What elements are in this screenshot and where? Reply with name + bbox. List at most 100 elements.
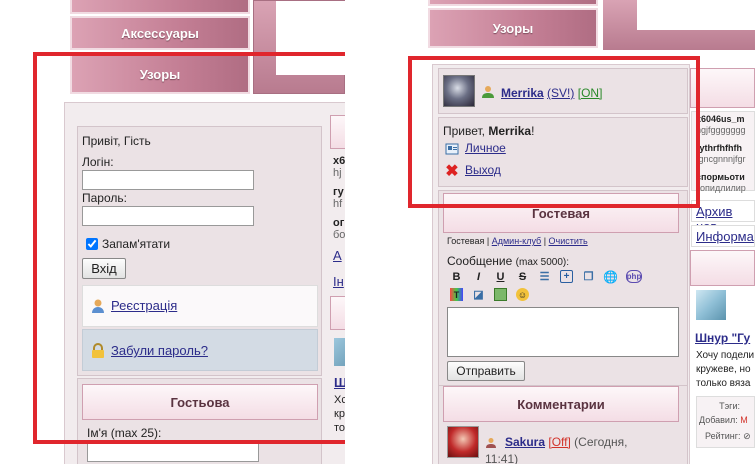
underline-button[interactable]: U	[494, 270, 507, 283]
side-link[interactable]: Ін	[333, 274, 344, 289]
smiley-icon[interactable]: ☺	[516, 288, 529, 301]
copy-icon[interactable]: ❐	[582, 270, 595, 283]
login-box: Привіт, Гість Логін: Пароль: Запам'ятати…	[77, 126, 322, 376]
fill-color-icon[interactable]: ◪	[472, 288, 485, 301]
avatar[interactable]	[443, 75, 475, 107]
right-screenshot-pane: Узоры Merrika (SV!) [ON] Привет, Merrika…	[400, 0, 755, 464]
rating-label: Рейтинг:	[705, 431, 741, 441]
comment-time: 11:41)	[485, 452, 519, 464]
added-by-user[interactable]: М	[740, 415, 748, 425]
comment-avatar[interactable]	[447, 426, 479, 458]
register-link[interactable]: Реєстрація	[111, 298, 177, 313]
login-input[interactable]	[82, 170, 254, 190]
side-link[interactable]: А	[333, 248, 342, 263]
comment-author-status: [Off]	[548, 435, 571, 449]
side-snippet: ог	[333, 217, 345, 229]
remember-checkbox[interactable]	[86, 238, 98, 250]
bold-button[interactable]: B	[450, 270, 463, 283]
banner-image	[637, 0, 755, 30]
php-icon[interactable]: php	[626, 270, 642, 283]
greeting-suffix: !	[531, 124, 535, 138]
italic-button[interactable]: I	[472, 270, 485, 283]
product-desc: Хс	[334, 394, 345, 406]
message-label: Сообщение	[447, 254, 513, 268]
menu-item-accessories[interactable]: Аксессуары	[70, 16, 250, 50]
menu-item-accessories-ua[interactable]	[70, 0, 250, 14]
comments-box: Комментарии Sakura [Off] (Сегодня, 11:41…	[438, 385, 688, 464]
login-greeting: Привіт, Гість	[82, 134, 151, 148]
menu-item-label: Узоры	[492, 20, 534, 36]
side-header	[330, 115, 345, 149]
added-label: Добавил:	[699, 415, 738, 425]
comment-author[interactable]: Sakura	[505, 435, 545, 449]
tab-admin-club[interactable]: Админ-клуб	[492, 236, 541, 246]
tab-clear[interactable]: Очистить	[549, 236, 588, 246]
password-input[interactable]	[82, 206, 254, 226]
side-header	[690, 68, 755, 108]
left-screenshot-pane: Аксессуары Узоры Привіт, Гість Логін: Па…	[0, 0, 345, 464]
strike-button[interactable]: S	[516, 270, 529, 283]
guestbook-title[interactable]: Гостьова	[82, 384, 318, 420]
rating-icon[interactable]: ⊘	[743, 431, 751, 441]
tags-label: Тэги:	[719, 401, 740, 411]
menu-item-patterns[interactable]: Узоры	[70, 54, 250, 94]
comment-time-label: (Сегодня,	[574, 435, 628, 449]
side-snippet: hj	[333, 167, 342, 179]
info-link[interactable]: Информа	[696, 229, 754, 244]
menu-item-label: Аксессуары	[121, 25, 199, 41]
password-label: Пароль:	[82, 191, 127, 205]
product-thumbnail[interactable]	[696, 290, 726, 320]
side-header	[690, 250, 755, 286]
send-button[interactable]: Отправить	[447, 361, 525, 381]
product-desc: кружеве, но	[696, 364, 751, 375]
message-limit: (max 5000):	[515, 257, 570, 268]
product-link[interactable]: Ш	[334, 375, 345, 390]
side-snippet: бо	[333, 229, 345, 241]
user-online-icon	[481, 85, 495, 99]
menu-item-accessories[interactable]	[428, 0, 598, 6]
product-thumbnail[interactable]	[334, 338, 345, 366]
logout-link[interactable]: Выход	[465, 163, 501, 177]
side-snippet: hgjfggggggg	[696, 125, 746, 135]
side-snippet: x6046us_m	[696, 114, 745, 124]
product-desc: только вяза	[696, 378, 751, 389]
remember-label: Запам'ятати	[102, 237, 171, 251]
image-icon[interactable]	[494, 288, 507, 301]
menu-item-patterns[interactable]: Узоры	[428, 8, 598, 48]
side-snippet: hf	[333, 198, 343, 210]
guestbook-box: Гостьова Ім'я (max 25):	[77, 378, 322, 464]
product-link[interactable]: Шнур "Гу	[695, 331, 750, 345]
message-textarea[interactable]	[447, 307, 679, 357]
forgot-row: Забули пароль?	[82, 329, 318, 371]
name-label: Ім'я (max 25):	[87, 426, 162, 440]
side-header	[330, 296, 345, 330]
list-icon[interactable]: ☰	[538, 270, 551, 283]
comment-meta: Sakura [Off] (Сегодня,	[505, 435, 628, 449]
name-input[interactable]	[87, 442, 259, 462]
product-desc: то	[334, 422, 345, 434]
globe-link-icon[interactable]: 🌐	[603, 270, 618, 284]
personal-link[interactable]: Личное	[465, 141, 506, 155]
tab-guestbook[interactable]: Гостевая	[447, 236, 484, 246]
banner-image	[276, 1, 345, 75]
username-link[interactable]: Merrika	[501, 86, 544, 100]
header-banner	[603, 0, 755, 50]
user-line: Merrika (SV!) [ON]	[501, 86, 602, 100]
info-row: Информа	[691, 225, 755, 247]
forgot-password-link[interactable]: Забули пароль?	[111, 343, 208, 358]
user-menu-box: Привет, Merrika! Личное ✖ Выход	[438, 117, 688, 187]
comments-title[interactable]: Комментарии	[443, 386, 679, 422]
guestbook-title[interactable]: Гостевая	[443, 193, 679, 233]
login-submit-button[interactable]: Вхід	[82, 258, 126, 279]
add-icon[interactable]: +	[560, 270, 573, 283]
lock-icon	[90, 343, 106, 359]
side-snippet: гу	[333, 186, 344, 198]
text-color-icon[interactable]: T	[450, 288, 463, 301]
archive-row: Архив нов	[691, 200, 755, 234]
profile-card-icon	[445, 142, 459, 156]
user-add-icon	[90, 298, 106, 314]
user-status: [ON]	[577, 86, 603, 100]
message-label-row: Сообщение (max 5000):	[447, 254, 569, 268]
added-by: Добавил: М	[699, 415, 748, 425]
menu-item-label: Узоры	[139, 66, 181, 82]
